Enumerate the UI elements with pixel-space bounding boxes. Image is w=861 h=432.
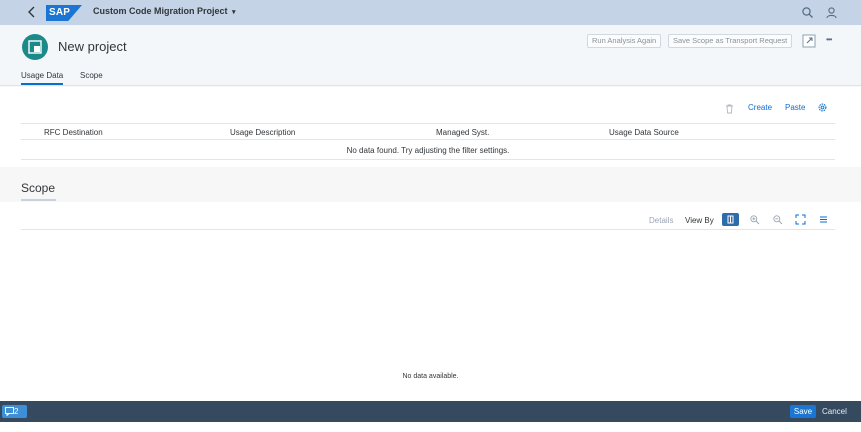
scope-toolbar-divider bbox=[21, 229, 835, 230]
usage-table-header: RFC Destination Usage Description Manage… bbox=[21, 123, 835, 140]
tab-usage-data[interactable]: Usage Data bbox=[21, 71, 64, 85]
column-rfc-destination[interactable]: RFC Destination bbox=[44, 128, 103, 137]
column-managed-system[interactable]: Managed Syst. bbox=[436, 128, 489, 137]
save-scope-transport-button[interactable]: Save Scope as Transport Request bbox=[668, 34, 793, 48]
app-title-text: Custom Code Migration Project bbox=[93, 6, 228, 16]
paste-button[interactable]: Paste bbox=[785, 103, 805, 112]
tab-scope[interactable]: Scope bbox=[80, 71, 103, 80]
shell-bar: SAP Custom Code Migration Project ▾ bbox=[0, 0, 861, 25]
fullscreen-icon[interactable] bbox=[795, 214, 806, 225]
column-usage-description[interactable]: Usage Description bbox=[230, 128, 295, 137]
page-title: New project bbox=[58, 39, 127, 54]
zoom-in-icon[interactable] bbox=[749, 214, 760, 225]
footer-toolbar: 2 Save Cancel bbox=[0, 401, 861, 422]
view-by-icon bbox=[727, 215, 734, 224]
scope-panel bbox=[0, 202, 861, 401]
search-icon[interactable] bbox=[801, 6, 814, 19]
bottom-strip bbox=[0, 422, 861, 432]
more-icon[interactable]: ••• bbox=[826, 35, 832, 44]
message-icon bbox=[5, 407, 14, 416]
scope-empty-text: No data available. bbox=[402, 373, 459, 380]
messages-button[interactable]: 2 bbox=[2, 405, 27, 418]
delete-icon[interactable] bbox=[724, 103, 735, 114]
user-icon[interactable] bbox=[825, 6, 838, 19]
scope-section-title: Scope bbox=[21, 181, 56, 201]
settings-icon[interactable] bbox=[817, 102, 828, 113]
column-usage-data-source[interactable]: Usage Data Source bbox=[609, 128, 679, 137]
message-count: 2 bbox=[14, 407, 19, 416]
create-button[interactable]: Create bbox=[748, 103, 772, 112]
zoom-out-icon[interactable] bbox=[772, 214, 783, 225]
project-avatar bbox=[22, 34, 48, 60]
cancel-button[interactable]: Cancel bbox=[822, 405, 847, 418]
details-button[interactable]: Details bbox=[649, 216, 673, 225]
usage-table-empty-text: No data found. Try adjusting the filter … bbox=[21, 141, 835, 160]
run-analysis-button[interactable]: Run Analysis Again bbox=[587, 34, 662, 48]
view-by-button[interactable] bbox=[722, 213, 739, 226]
sap-logo[interactable]: SAP bbox=[46, 5, 82, 21]
chevron-down-icon: ▾ bbox=[232, 9, 236, 16]
object-header: New project Run Analysis Again Save Scop… bbox=[0, 25, 861, 86]
project-icon bbox=[28, 40, 42, 54]
back-icon[interactable] bbox=[24, 4, 40, 20]
app-title-menu[interactable]: Custom Code Migration Project ▾ bbox=[93, 6, 236, 16]
save-button[interactable]: Save bbox=[790, 405, 816, 418]
view-by-label: View By bbox=[685, 216, 714, 225]
share-icon[interactable] bbox=[802, 34, 816, 48]
list-icon[interactable] bbox=[818, 214, 829, 225]
